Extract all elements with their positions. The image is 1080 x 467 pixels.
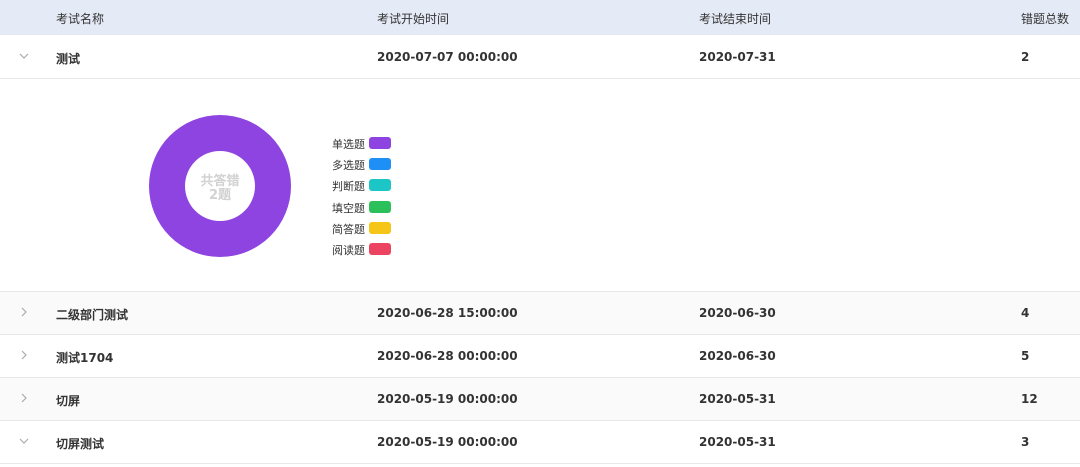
exam-start-time: 2020-07-07 00:00:00: [377, 50, 518, 64]
legend-swatch: [369, 179, 391, 192]
chevron-down-icon[interactable]: [17, 434, 31, 448]
table-row[interactable]: 测试 2020-07-07 00:00:00 2020-07-31 2: [0, 36, 1080, 79]
column-header-wrong-count: 错题总数: [1021, 12, 1070, 26]
wrong-count: 5: [1021, 349, 1030, 363]
exam-name: 切屏测试: [56, 437, 105, 451]
donut-center-line1: 共答错: [200, 174, 240, 189]
exam-end-time: 2020-06-30: [699, 349, 776, 363]
exam-name: 二级部门测试: [56, 308, 129, 322]
legend-swatch: [369, 200, 391, 213]
exam-start-time: 2020-05-19 00:00:00: [377, 392, 518, 406]
donut-center-label: 共答错 2题: [149, 175, 291, 203]
legend-swatch: [369, 221, 391, 234]
legend-label: 单选题: [332, 138, 365, 151]
column-header-exam-name: 考试名称: [56, 12, 105, 26]
legend-label: 简答题: [332, 222, 365, 236]
exam-name: 测试1704: [56, 351, 114, 365]
legend-label: 多选题: [332, 159, 365, 173]
table-row[interactable]: 测试1704 2020-06-28 00:00:00 2020-06-30 5: [0, 335, 1080, 378]
legend-label: 阅读题: [332, 243, 365, 257]
legend-swatch: [369, 137, 391, 149]
exam-start-time: 2020-06-28 15:00:00: [377, 306, 518, 320]
exam-end-time: 2020-05-31: [699, 435, 776, 449]
legend-label: 填空题: [332, 201, 365, 215]
exam-end-time: 2020-07-31: [699, 50, 776, 64]
legend-swatch: [369, 242, 391, 255]
wrong-count: 3: [1021, 435, 1030, 449]
chevron-right-icon[interactable]: [17, 391, 31, 405]
chevron-down-icon[interactable]: [17, 49, 31, 63]
exam-name: 切屏: [56, 394, 81, 408]
column-header-end-time: 考试结束时间: [699, 12, 772, 26]
wrong-count: 4: [1021, 306, 1030, 320]
exam-end-time: 2020-05-31: [699, 392, 776, 406]
legend-label: 判断题: [332, 180, 365, 194]
table-row[interactable]: 切屏 2020-05-19 00:00:00 2020-05-31 12: [0, 378, 1080, 421]
table-header: 考试名称 考试开始时间 考试结束时间 错题总数: [0, 0, 1080, 35]
table-row[interactable]: 二级部门测试 2020-06-28 15:00:00 2020-06-30 4: [0, 292, 1080, 335]
legend-swatch: [369, 158, 391, 171]
table-row[interactable]: 切屏测试 2020-05-19 00:00:00 2020-05-31 3: [0, 421, 1080, 464]
exam-start-time: 2020-05-19 00:00:00: [377, 435, 518, 449]
exam-name: 测试: [56, 52, 81, 66]
exam-end-time: 2020-06-30: [699, 306, 776, 320]
expanded-detail-panel: 共答错 2题 单选题多选题判断题填空题简答题阅读题: [0, 80, 1080, 292]
donut-center-line2: 2题: [208, 188, 232, 203]
exam-start-time: 2020-06-28 00:00:00: [377, 349, 518, 363]
wrong-count: 12: [1021, 392, 1038, 406]
wrong-count: 2: [1021, 50, 1030, 64]
chevron-right-icon[interactable]: [17, 348, 31, 362]
chevron-right-icon[interactable]: [17, 305, 31, 319]
column-header-start-time: 考试开始时间: [377, 12, 450, 26]
